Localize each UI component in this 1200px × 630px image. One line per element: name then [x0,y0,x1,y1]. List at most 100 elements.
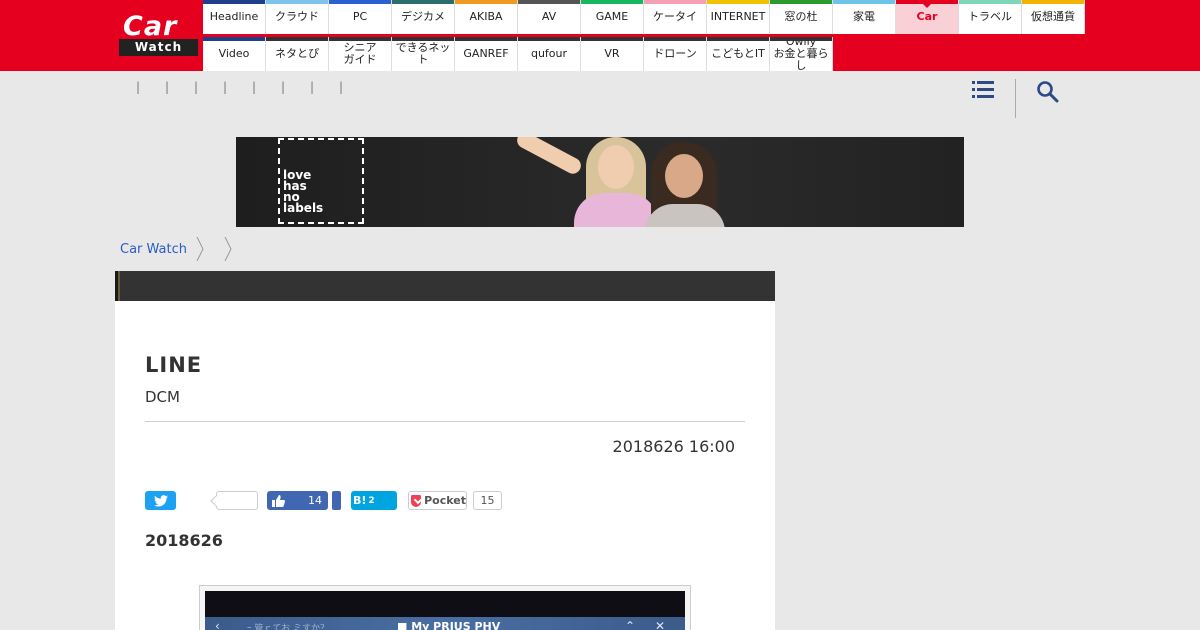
article-date: 2018626 16:00 [612,437,735,456]
thumbs-up-icon [272,494,285,507]
nav-primary-item[interactable]: ケータイ [644,0,707,34]
nav-color-bar [518,37,580,41]
nav-primary-item[interactable]: INTERNET [707,0,770,34]
nav-label: Headline [209,10,259,23]
nav-label: VR [604,47,620,60]
facebook-like-button[interactable]: 14 [267,491,328,510]
nav-primary-item[interactable]: Car [896,0,959,34]
subnav-separator: | [310,80,315,94]
nav-secondary-item[interactable]: シニア ガイド [329,37,392,71]
nav-color-bar [959,0,1021,4]
nav-color-bar [455,37,517,41]
nav-secondary-item[interactable]: GANREF [455,37,518,71]
pocket-button[interactable]: Pocket [408,491,467,510]
nav-label: トラベル [968,10,1012,23]
nav-color-bar [644,0,706,4]
nav-label: PC [352,10,368,23]
nav-primary-item[interactable]: クラウド [266,0,329,34]
nav-primary-item[interactable]: PC [329,0,392,34]
logo-line2: Watch [119,39,198,56]
nav-label: ドローン [653,47,697,60]
nav-color-bar [455,0,517,4]
nav-primary-item[interactable]: Headline [203,0,266,34]
twitter-count-bubble [216,491,258,510]
nav-color-bar [392,37,454,41]
site-nav: Headline クラウド PC デジカメ AKIBA AV GAME ケータイ INTERNE… [203,0,1085,72]
close-icon: ✕ [655,619,666,630]
breadcrumb-separator-icon [196,237,204,261]
subnav-separator: | [223,80,228,94]
nav-label: AV [541,10,557,23]
article-subtitle: DCM [145,388,180,406]
nav-label: ネタとぴ [275,47,319,60]
nav-label: 窓の杜 [784,10,818,23]
nav-color-bar [770,37,832,41]
twitter-share-button[interactable] [145,491,176,510]
car-watch-logo[interactable]: Car Watch [117,12,200,58]
nav-secondary-item[interactable]: できるネット [392,37,455,71]
article: LINE DCM 2018626 16:00 14 B! 2 Pocket 15 … [115,271,775,630]
ad-image-child-2 [645,142,725,227]
nav-primary-item[interactable]: 家電 [833,0,896,34]
nav-primary-item[interactable]: 仮想通貨 [1022,0,1085,34]
nav-color-bar [329,37,391,41]
nav-color-bar [581,37,643,41]
breadcrumb-separator-icon [224,237,232,261]
twitter-icon [153,494,168,507]
breadcrumb: Car Watch [120,237,243,261]
nav-primary-item[interactable]: AKIBA [455,0,518,34]
nav-primary-item[interactable]: トラベル [959,0,1022,34]
ad-banner[interactable]: love has no labels [236,137,964,227]
nav-label: こどもとIT [711,47,765,60]
screen-prompt-text: ｰ 管ｒてお ミすか？ [247,624,329,630]
nav-color-bar [203,37,265,41]
nav-color-bar [203,0,265,4]
nav-primary-item[interactable]: 窓の杜 [770,0,833,34]
nav-label: ケータイ [653,10,697,23]
nav-primary-item[interactable]: AV [518,0,581,34]
subnav: | | | | | | | | [136,80,368,94]
nav-secondary-item[interactable]: Video [203,37,266,71]
nav-secondary-item[interactable]: ネタとぴ [266,37,329,71]
nav-primary-item[interactable]: GAME [581,0,644,34]
subnav-separator: | [252,80,257,94]
screen-title: ■ My PRIUS PHV [397,620,501,630]
nav-label: 家電 [853,10,875,23]
nav-label: INTERNET [710,10,766,23]
search-icon[interactable] [1036,80,1060,104]
chevron-left-icon: ‹ [215,619,220,630]
nav-color-bar [707,0,769,4]
nav-secondary-item[interactable]: こどもとIT [707,37,770,71]
ad-label-text: love has no labels [283,168,324,215]
facebook-count: 14 [308,494,322,507]
facebook-share-extra[interactable] [332,491,341,510]
ad-image-arm [514,137,584,177]
nav-label: AKIBA [469,10,503,23]
subnav-separator: | [136,80,141,94]
nav-secondary-item[interactable]: Owlly お金と暮らし [770,35,833,72]
title-divider [145,421,745,422]
nav-secondary-item[interactable]: ドローン [644,37,707,71]
article-header-bar [115,271,775,301]
car-screen-photo: ‹ ｰ 管ｒてお ミすか？ ■ My PRIUS PHV ⌃ ✕ [205,591,685,630]
pocket-label: Pocket [424,494,466,507]
article-image[interactable]: ‹ ｰ 管ｒてお ミすか？ ■ My PRIUS PHV ⌃ ✕ [199,585,691,630]
hatena-label: B! [353,494,367,507]
nav-secondary-item[interactable]: VR [581,37,644,71]
breadcrumb-home[interactable]: Car Watch [120,242,187,257]
nav-label: Owlly お金と暮らし [773,35,829,72]
nav-label: 仮想通貨 [1031,10,1075,23]
nav-primary-item[interactable]: デジカメ [392,0,455,34]
article-title: LINE [145,353,203,377]
nav-color-bar [581,0,643,4]
nav-label: クラウド [275,10,319,23]
menu-icon[interactable] [972,80,994,100]
nav-color-bar [707,37,769,41]
nav-color-bar [266,0,328,4]
article-lead: 2018626 [145,531,223,550]
nav-color-bar [833,0,895,4]
nav-secondary-item[interactable]: qufour [518,37,581,71]
hatena-bookmark-button[interactable]: B! 2 [351,491,397,510]
subnav-separator: | [194,80,199,94]
nav-label: GAME [595,10,629,23]
